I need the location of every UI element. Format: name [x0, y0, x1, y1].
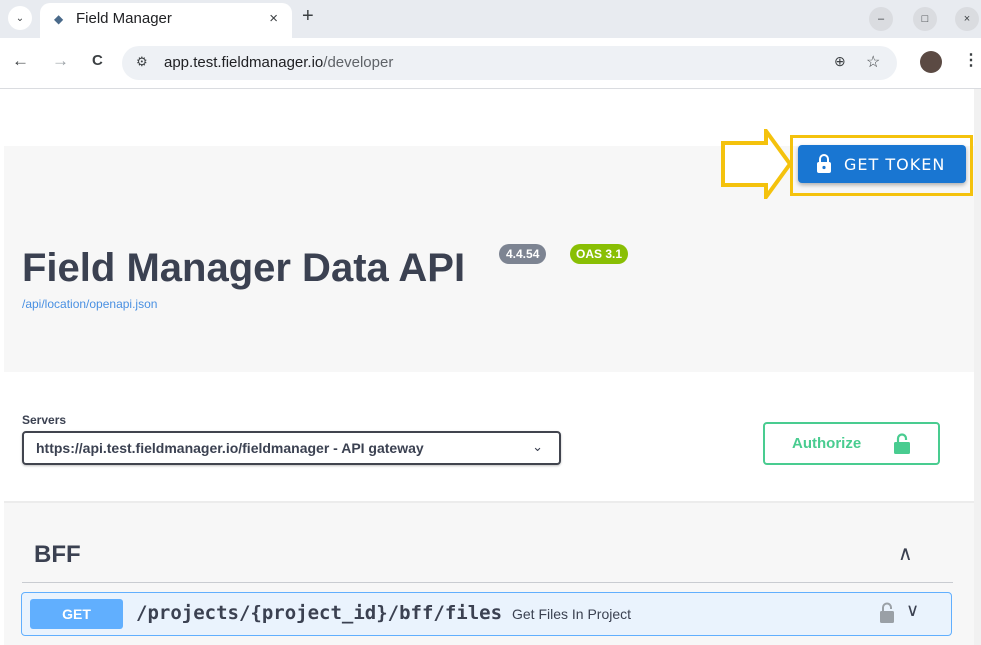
reload-icon[interactable]: C — [92, 52, 103, 69]
tab-close-icon[interactable]: × — [269, 10, 278, 27]
highlight-arrow-icon — [721, 129, 792, 199]
site-info-icon[interactable]: ⚙ — [136, 54, 148, 70]
page-title: Field Manager Data API — [22, 246, 466, 290]
section-divider — [22, 582, 953, 583]
profile-avatar[interactable] — [920, 51, 942, 73]
authorize-label: Authorize — [792, 435, 862, 452]
tab-title: Field Manager — [76, 10, 172, 27]
bookmark-star-icon[interactable]: ☆ — [866, 52, 880, 72]
back-icon[interactable]: ← — [12, 51, 29, 71]
authorize-button[interactable]: Authorize — [763, 422, 940, 465]
favicon-icon: ◆ — [54, 12, 64, 26]
forward-icon[interactable]: → — [52, 51, 69, 71]
servers-selected-value: https://api.test.fieldmanager.io/fieldma… — [36, 440, 424, 456]
method-badge: GET — [30, 599, 123, 629]
zoom-icon[interactable]: ⊕ — [834, 53, 846, 70]
address-bar[interactable]: ⚙ app.test.fieldmanager.io/developer ⊕ ☆ — [122, 46, 897, 80]
new-tab-button[interactable]: + — [302, 5, 314, 28]
browser-toolbar: ← → C ⚙ app.test.fieldmanager.io/develop… — [0, 38, 981, 89]
unlocked-icon[interactable] — [879, 602, 895, 624]
unlocked-icon — [894, 433, 910, 454]
servers-select[interactable]: https://api.test.fieldmanager.io/fieldma… — [22, 431, 561, 465]
browser-menu-icon[interactable]: ⋮ — [963, 50, 979, 70]
url-text[interactable]: app.test.fieldmanager.io/developer — [164, 54, 393, 71]
chevron-up-icon[interactable]: ∧ — [898, 541, 913, 566]
url-host: app.test.fieldmanager.io — [164, 54, 324, 71]
browser-tab[interactable]: ◆ Field Manager × — [40, 3, 292, 38]
chevron-down-icon: ⌄ — [532, 439, 543, 454]
scrollbar[interactable] — [974, 89, 981, 645]
url-path: /developer — [323, 54, 394, 71]
minimize-icon[interactable]: – — [869, 7, 893, 31]
operation-summary: Get Files In Project — [512, 606, 632, 622]
chevron-down-icon[interactable]: ∨ — [906, 600, 919, 621]
close-window-icon[interactable]: × — [955, 7, 979, 31]
version-badge: 4.4.54 — [499, 244, 547, 264]
spec-link[interactable]: /api/location/openapi.json — [22, 297, 157, 311]
operation-row[interactable]: GET /projects/{project_id}/bff/files Get… — [21, 592, 952, 636]
browser-tab-bar: ⌄ ◆ Field Manager × + – □ × — [0, 0, 981, 38]
servers-label: Servers — [22, 413, 67, 427]
operation-path: /projects/{project_id}/bff/files — [136, 602, 503, 624]
maximize-icon[interactable]: □ — [913, 7, 937, 31]
section-title[interactable]: BFF — [34, 541, 81, 569]
lock-icon — [817, 154, 831, 173]
oas-badge: OAS 3.1 — [570, 244, 629, 264]
page-content: GET TOKEN Field Manager Data API 4.4.54 … — [0, 89, 981, 645]
tab-search-icon[interactable]: ⌄ — [8, 6, 32, 30]
get-token-label: GET TOKEN — [844, 155, 946, 174]
get-token-button[interactable]: GET TOKEN — [798, 145, 966, 183]
